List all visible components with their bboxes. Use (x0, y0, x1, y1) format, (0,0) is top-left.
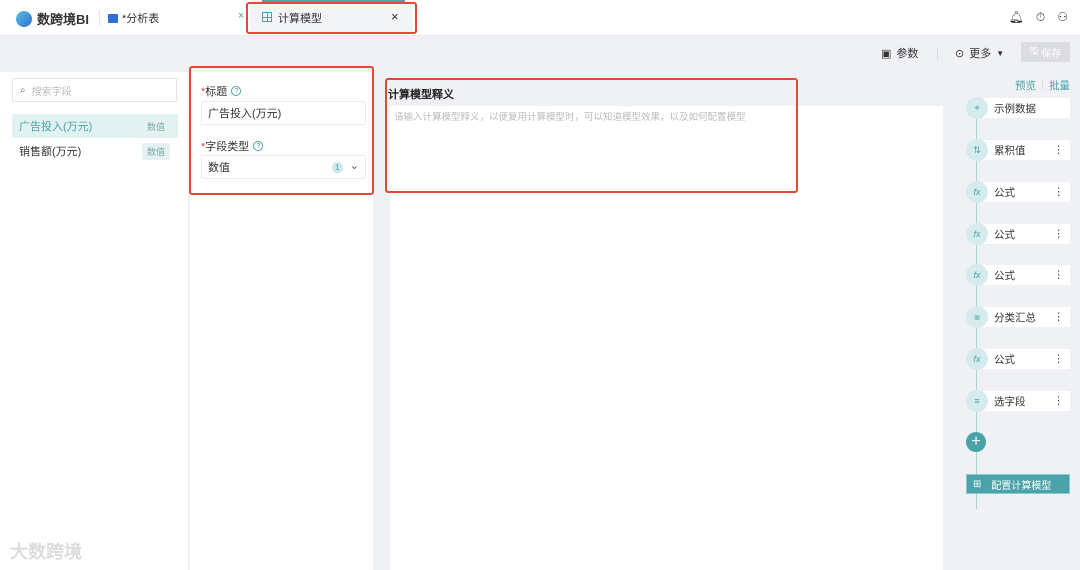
pipeline-panel: 预览 批量 ⌖ 示例数据 ⇅ 累积值 ⋮ fx 公式 ⋮ fx 公式 ⋮ fx 公式 ⋮ ⩎ 分类汇总… (955, 72, 1080, 570)
hierarchy-icon: ⩎ (966, 306, 988, 328)
user-icon[interactable]: ⚇ (1057, 10, 1068, 25)
bell-icon[interactable]: 🔔︎ (1009, 10, 1024, 25)
description-textarea[interactable]: 请输入计算模型释义，以便复用计算模型时，可以知道模型效果，以及如何配置模型 (390, 106, 943, 570)
top-bar: 数跨境BI *分析表 × 计算模型 × 🔔︎ ⏱︎ ⚇ (0, 0, 1080, 36)
formula-icon: fx (966, 223, 988, 245)
more-vert-icon[interactable]: ⋮ (1054, 269, 1065, 281)
chart-icon (108, 13, 118, 23)
save-button[interactable]: 🖫︎ 保存 (1021, 42, 1070, 62)
help-icon[interactable]: ? (253, 141, 264, 151)
cumulative-icon: ⇅ (966, 139, 988, 161)
search-icon: ⌕ (20, 84, 26, 96)
step-item[interactable]: fx 公式 ⋮ (966, 348, 1070, 370)
preview-link[interactable]: 预览 (1015, 78, 1036, 93)
more-vert-icon[interactable]: ⋮ (1054, 186, 1065, 198)
field-form: *标题? 广告投入(万元) *字段类型? 数值 1 ⌄ (190, 72, 373, 570)
description-panel: 计算模型释义 请输入计算模型释义，以便复用计算模型时，可以知道模型效果，以及如何… (380, 78, 945, 570)
more-vert-icon[interactable]: ⋮ (1054, 144, 1065, 156)
app-logo: 数跨境BI (16, 9, 89, 28)
caret-down-icon: ▼ (996, 48, 1005, 58)
watermark-logo: 大数跨境 (10, 542, 82, 562)
close-icon[interactable]: × (391, 9, 399, 24)
params-button[interactable]: ▣ 参数 (881, 45, 918, 61)
close-tab-analysis[interactable]: × (238, 10, 244, 22)
more-icon: ⊙ (955, 47, 965, 60)
help-icon[interactable]: ? (231, 86, 242, 96)
logo-icon (16, 10, 32, 27)
step-item[interactable]: ⌖ 示例数据 (966, 97, 1070, 119)
configure-model-button[interactable]: ⊞ 配置计算模型 (966, 474, 1070, 494)
select-fields-icon: ≡ (966, 390, 988, 412)
target-icon: ⌖ (966, 97, 988, 119)
field-type-select[interactable]: 数值 1 ⌄ (201, 155, 366, 179)
more-vert-icon[interactable]: ⋮ (1054, 228, 1065, 240)
field-item[interactable]: 销售额(万元) 数值 (12, 139, 178, 163)
step-item[interactable]: fx 公式 ⋮ (966, 223, 1070, 245)
field-item[interactable]: 广告投入(万元) 数值 (12, 114, 178, 138)
formula-icon: fx (966, 264, 988, 286)
tab-calc-model[interactable]: 计算模型 × (250, 0, 412, 34)
step-item[interactable]: ≡ 选字段 ⋮ (966, 390, 1070, 412)
chevron-down-icon: ⌄ (349, 160, 359, 172)
timer-icon[interactable]: ⏱︎ (1036, 10, 1045, 25)
table-icon: ⊞ (973, 478, 982, 490)
add-step-button[interactable]: + (966, 432, 986, 452)
table-icon (262, 12, 272, 22)
description-heading: 计算模型释义 (388, 89, 454, 101)
more-vert-icon[interactable]: ⋮ (1054, 311, 1065, 323)
formula-icon: fx (966, 181, 988, 203)
tab-analysis[interactable]: *分析表 (108, 10, 159, 26)
field-list-panel: ⌕ 搜索字段 广告投入(万元) 数值 销售额(万元) 数值 (0, 72, 188, 570)
search-input[interactable]: ⌕ 搜索字段 (12, 78, 177, 102)
step-item[interactable]: ⇅ 累积值 ⋮ (966, 139, 1070, 161)
step-item[interactable]: fx 公式 ⋮ (966, 264, 1070, 286)
batch-link[interactable]: 批量 (1049, 78, 1070, 93)
more-vert-icon[interactable]: ⋮ (1054, 353, 1065, 365)
more-vert-icon[interactable]: ⋮ (1054, 395, 1065, 407)
step-item[interactable]: fx 公式 ⋮ (966, 181, 1070, 203)
toolbar: ▣ 参数 ⊙ 更多 ▼ (0, 36, 1080, 70)
save-icon: 🖫︎ (1029, 45, 1039, 57)
count-badge: 1 (332, 162, 343, 173)
divider (99, 10, 100, 26)
title-input[interactable]: 广告投入(万元) (201, 101, 366, 125)
formula-icon: fx (966, 348, 988, 370)
params-icon: ▣ (881, 47, 892, 60)
step-item[interactable]: ⩎ 分类汇总 ⋮ (966, 306, 1070, 328)
more-button[interactable]: ⊙ 更多 ▼ (955, 45, 1004, 61)
